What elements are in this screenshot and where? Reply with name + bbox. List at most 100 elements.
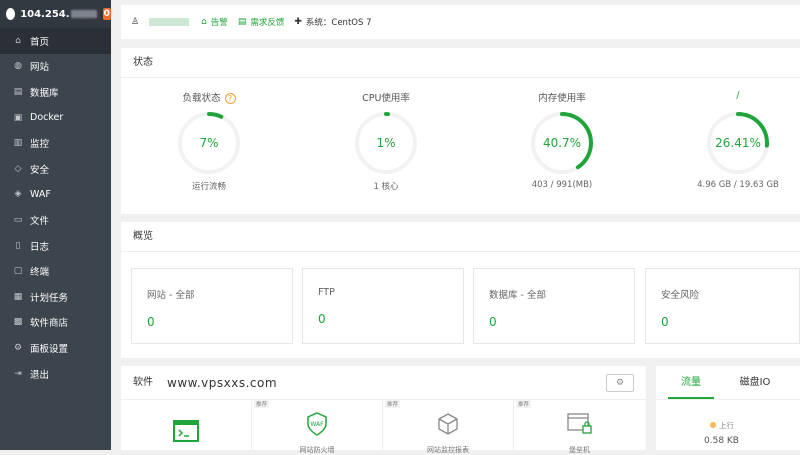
sidebar-nav: ⌂ 首页 ◍ 网站 ▤ 数据库 ▣ Docker ▥ 监控 ◇ 安全 ◈ WAF ▭ 文件 ▯ 日…: [0, 28, 111, 386]
overview-count[interactable]: 0: [489, 315, 634, 329]
terminal-app-icon: [173, 420, 199, 442]
feedback-link[interactable]: ▤ 需求反馈: [238, 16, 285, 28]
app-name: 网站监控报表: [427, 446, 469, 454]
waf-icon: ◈: [14, 189, 22, 200]
load-gauge[interactable]: 负载状态? 7% 运行流畅: [144, 90, 274, 192]
home-icon: ⌂: [15, 35, 21, 46]
topbar: ♙ ⌂ 告警 ▤ 需求反馈 ✚ 系统：CentOS 7: [121, 5, 800, 39]
gauge-sub: 403 / 991(MB): [531, 180, 593, 190]
watermark: www.vpsxxs.com: [167, 376, 278, 390]
status-card: 状态 负载状态? 7% 运行流畅 CPU使用率 1% 1 核心 内存使用率 40…: [121, 48, 800, 214]
overview-count[interactable]: 0: [661, 315, 799, 329]
feedback-icon: ▤: [237, 17, 247, 27]
sidebar-item-cron[interactable]: ▦ 计划任务: [0, 284, 111, 310]
gauge-label: /: [736, 90, 740, 101]
sidebar-item-files[interactable]: ▭ 文件: [0, 207, 111, 233]
overview-label: 数据库 - 全部: [489, 290, 546, 301]
disk-gauge[interactable]: / 26.41% 4.96 GB / 19.63 GB: [673, 90, 800, 190]
overview-databases[interactable]: 数据库 - 全部 0: [473, 268, 635, 344]
sidebar-item-label: 首页: [30, 36, 50, 48]
task-icon: ▦: [13, 291, 23, 302]
recommend-tag: 推荐: [516, 400, 532, 408]
username-redacted: [149, 18, 190, 26]
server-header[interactable]: 104.254. 0: [0, 0, 111, 28]
app-name: 堡垒机: [569, 446, 590, 454]
status-title: 状态: [121, 48, 800, 78]
alert-link[interactable]: ⌂ 告警: [201, 16, 228, 28]
sidebar-item-website[interactable]: ◍ 网站: [0, 54, 111, 80]
app-waf[interactable]: 推荐 WAF 网站防火墙: [252, 400, 383, 454]
docker-icon: ▣: [13, 112, 23, 123]
sidebar-item-label: 数据库: [30, 87, 59, 99]
upload-label: 上行: [719, 421, 734, 430]
overview-count[interactable]: 0: [318, 312, 463, 326]
sidebar-item-database[interactable]: ▤ 数据库: [0, 79, 111, 105]
gauge-ring: 40.7%: [531, 112, 593, 174]
gauge-value: 7%: [199, 136, 218, 150]
monitor-icon: ▥: [13, 138, 23, 149]
sidebar-item-settings[interactable]: ⚙ 面板设置: [0, 335, 111, 361]
app-name: 网站防火墙: [299, 446, 335, 454]
gauge-ring: 26.41%: [707, 112, 769, 174]
ip-redacted: [70, 10, 97, 18]
sidebar-item-label: 计划任务: [30, 292, 69, 304]
cpu-gauge[interactable]: CPU使用率 1% 1 核心: [321, 90, 451, 192]
app-monitor-report[interactable]: 推荐 网站监控报表: [383, 400, 514, 454]
gauge-sub: 4.96 GB / 19.63 GB: [697, 180, 779, 190]
gauge-label: 内存使用率: [538, 93, 586, 104]
overview-websites[interactable]: 网站 - 全部 0: [131, 268, 293, 344]
settings-icon: ⚙: [13, 342, 23, 353]
overview-label: 网站 - 全部: [147, 290, 195, 301]
sidebar-item-home[interactable]: ⌂ 首页: [0, 28, 111, 54]
user-icon: ♙: [131, 17, 140, 27]
log-icon: ▯: [15, 240, 21, 251]
cube-icon: [438, 413, 458, 435]
sidebar-item-label: 退出: [30, 369, 50, 381]
sidebar-item-label: 文件: [30, 215, 50, 227]
gauge-value: 40.7%: [543, 136, 581, 150]
sidebar-item-logs[interactable]: ▯ 日志: [0, 233, 111, 259]
sidebar-item-logout[interactable]: ⇥ 退出: [0, 361, 111, 387]
svg-text:WAF: WAF: [310, 421, 324, 428]
sidebar-item-label: 软件商店: [30, 318, 69, 330]
alert-icon: ⌂: [201, 17, 207, 27]
sidebar-item-store[interactable]: ▩ 软件商店: [0, 310, 111, 336]
shield-icon: ◇: [14, 163, 22, 174]
gear-icon[interactable]: ⚙: [606, 374, 634, 392]
sidebar-item-label: 网站: [30, 62, 50, 74]
folder-icon: ▭: [13, 214, 23, 225]
app-terminal[interactable]: [121, 400, 252, 450]
recommend-tag: 推荐: [254, 400, 270, 408]
recommend-tag: 推荐: [385, 400, 401, 408]
gauge-ring: 1%: [355, 112, 417, 174]
app-bastion[interactable]: 推荐 堡垒机: [514, 400, 645, 454]
tab-traffic[interactable]: 流量: [668, 366, 714, 399]
sidebar-item-terminal[interactable]: ▢ 终端: [0, 258, 111, 284]
gauge-sub: 运行流畅: [191, 182, 226, 192]
sidebar-item-monitor[interactable]: ▥ 监控: [0, 130, 111, 156]
logout-icon: ⇥: [14, 368, 22, 379]
feedback-label: 需求反馈: [250, 18, 285, 28]
sidebar-item-label: 终端: [30, 267, 50, 279]
sidebar-item-label: 监控: [30, 139, 50, 151]
overview-risks[interactable]: 安全风险 0: [645, 268, 800, 344]
sidebar-item-security[interactable]: ◇ 安全: [0, 156, 111, 182]
sidebar-item-docker[interactable]: ▣ Docker: [0, 105, 111, 131]
traffic-card: 流量 磁盘IO 上行 0.58 KB: [656, 366, 800, 450]
overview-count[interactable]: 0: [147, 315, 292, 329]
system-label: 系统：CentOS 7: [305, 18, 372, 28]
gauge-value: 26.41%: [715, 136, 761, 150]
gauge-label: CPU使用率: [362, 93, 410, 104]
tab-disk-io[interactable]: 磁盘IO: [732, 366, 778, 399]
server-logo-icon: [6, 8, 16, 20]
upload-value: 0.58 KB: [704, 436, 739, 446]
store-icon: ▩: [13, 317, 23, 328]
help-icon[interactable]: ?: [224, 93, 236, 104]
notice-badge[interactable]: 0: [102, 8, 111, 20]
sidebar-item-waf[interactable]: ◈ WAF: [0, 182, 111, 208]
overview-ftp[interactable]: FTP 0: [302, 268, 464, 344]
upload-legend: 上行: [710, 420, 734, 431]
memory-gauge[interactable]: 内存使用率 40.7% 403 / 991(MB): [497, 90, 627, 190]
gauge-label: 负载状态: [182, 93, 221, 104]
sidebar-item-label: 面板设置: [30, 343, 69, 355]
